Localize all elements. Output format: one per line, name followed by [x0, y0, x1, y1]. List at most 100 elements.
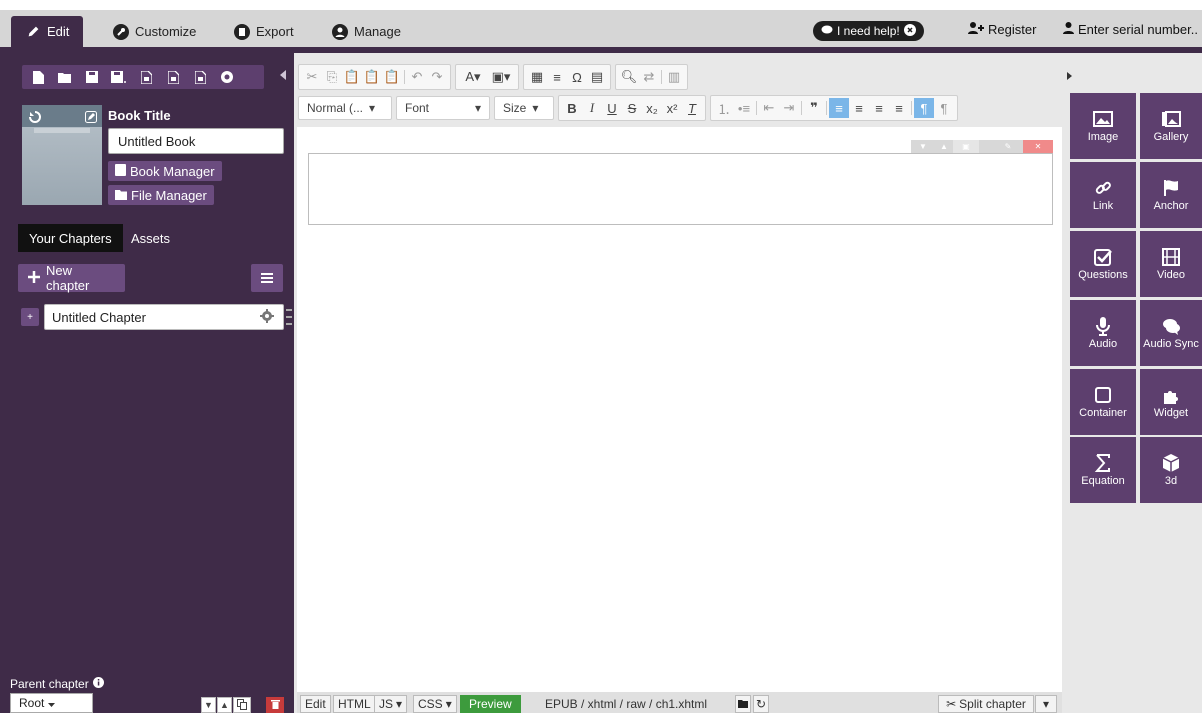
- open-folder-icon[interactable]: [54, 65, 76, 89]
- book-manager-button[interactable]: Book Manager: [108, 161, 222, 181]
- content-block[interactable]: [308, 153, 1053, 225]
- refresh-icon[interactable]: [24, 108, 46, 126]
- underline-icon[interactable]: U: [602, 98, 622, 118]
- expand-panel-arrow-icon[interactable]: [1067, 72, 1072, 80]
- css-dropdown[interactable]: CSS ▾: [413, 695, 457, 713]
- help-button[interactable]: I need help!: [813, 21, 924, 41]
- move-down-button[interactable]: ▼: [201, 697, 216, 713]
- html-block-icon[interactable]: ▤: [587, 67, 607, 87]
- subscript-icon[interactable]: x₂: [642, 98, 662, 118]
- widget-audio[interactable]: Audio: [1070, 300, 1136, 366]
- bold-icon[interactable]: B: [562, 98, 582, 118]
- align-center-icon[interactable]: ≡: [849, 98, 869, 118]
- gear-icon[interactable]: [259, 308, 275, 324]
- widget-3d[interactable]: 3d: [1140, 437, 1202, 503]
- tab-assets[interactable]: Assets: [120, 224, 181, 252]
- tab-edit[interactable]: Edit: [11, 16, 84, 47]
- edit-mode-button[interactable]: Edit: [300, 695, 331, 713]
- save-as-icon[interactable]: [108, 65, 130, 89]
- chapter-title-input[interactable]: Untitled Chapter: [44, 304, 284, 330]
- drag-handle-icon[interactable]: [286, 309, 292, 325]
- split-chapter-button[interactable]: ✂ Split chapter: [938, 695, 1034, 713]
- delete-block-icon[interactable]: ✕: [1023, 140, 1053, 153]
- widget-audio-sync[interactable]: Audio Sync: [1140, 300, 1202, 366]
- remove-format-icon[interactable]: T: [682, 98, 702, 118]
- tab-export[interactable]: Export: [234, 16, 294, 47]
- new-file-icon[interactable]: [27, 65, 49, 89]
- format-select[interactable]: Normal (... ▾: [298, 96, 392, 120]
- blockquote-icon[interactable]: ❞: [804, 98, 824, 118]
- size-select[interactable]: Size ▾: [494, 96, 554, 120]
- refresh-button[interactable]: ↻: [753, 695, 769, 713]
- collapse-sidebar-arrow-icon[interactable]: [280, 70, 286, 80]
- export-word-icon[interactable]: [189, 65, 211, 89]
- replace-icon[interactable]: ⇄: [639, 67, 659, 87]
- export-pdf-icon[interactable]: [135, 65, 157, 89]
- justify-icon[interactable]: ≡: [889, 98, 909, 118]
- edit-cover-icon[interactable]: [80, 108, 102, 126]
- bulleted-list-icon[interactable]: •≡: [734, 98, 754, 118]
- globe-icon[interactable]: [216, 65, 238, 89]
- align-right-icon[interactable]: ≡: [869, 98, 889, 118]
- strikethrough-icon[interactable]: S: [622, 98, 642, 118]
- table-icon[interactable]: ▦: [527, 67, 547, 87]
- search-icon[interactable]: 🔍︎: [619, 67, 639, 87]
- paste-icon[interactable]: 📋: [342, 67, 362, 87]
- widget-gallery[interactable]: Gallery: [1140, 93, 1202, 159]
- select-all-icon[interactable]: ▥: [664, 67, 684, 87]
- copy-chapter-button[interactable]: [233, 697, 251, 713]
- widget-equation[interactable]: Equation: [1070, 437, 1136, 503]
- undo-icon[interactable]: ↶: [407, 67, 427, 87]
- open-folder-button[interactable]: [735, 695, 751, 713]
- italic-icon[interactable]: I: [582, 98, 602, 118]
- background-color-icon[interactable]: ▣▾: [487, 67, 515, 87]
- text-color-icon[interactable]: A▾: [459, 67, 487, 87]
- special-char-icon[interactable]: Ω: [567, 67, 587, 87]
- outdent-icon[interactable]: ⇤: [759, 98, 779, 118]
- indent-icon[interactable]: ⇥: [779, 98, 799, 118]
- delete-chapter-button[interactable]: [266, 697, 284, 713]
- serial-number-link[interactable]: Enter serial number..: [1063, 22, 1198, 37]
- js-dropdown[interactable]: JS ▾: [374, 695, 408, 713]
- superscript-icon[interactable]: x²: [662, 98, 682, 118]
- paste-text-icon[interactable]: 📋: [362, 67, 382, 87]
- duplicate-icon[interactable]: ▣: [953, 140, 979, 153]
- cut-icon[interactable]: ✂: [302, 67, 322, 87]
- move-up-icon[interactable]: ▲: [935, 140, 953, 153]
- widget-widget[interactable]: Widget: [1140, 369, 1202, 435]
- widget-link[interactable]: Link: [1070, 162, 1136, 228]
- export-doc-icon[interactable]: [162, 65, 184, 89]
- expand-chapter-button[interactable]: +: [21, 308, 39, 326]
- font-select[interactable]: Font ▾: [396, 96, 490, 120]
- new-chapter-button[interactable]: New chapter: [18, 263, 125, 293]
- copy-icon[interactable]: ⎘: [322, 67, 342, 87]
- css-label: CSS: [418, 697, 443, 711]
- widget-questions[interactable]: Questions: [1070, 231, 1136, 297]
- tab-customize[interactable]: Customize: [113, 16, 196, 47]
- html-mode-button[interactable]: HTML: [333, 695, 376, 713]
- book-title-input[interactable]: Untitled Book: [108, 128, 284, 154]
- split-dropdown[interactable]: ▾: [1035, 695, 1057, 713]
- rtl-icon[interactable]: ¶: [934, 98, 954, 118]
- preview-button[interactable]: Preview: [460, 695, 521, 713]
- parent-chapter-select[interactable]: Root: [10, 693, 93, 713]
- widget-anchor[interactable]: Anchor: [1140, 162, 1202, 228]
- widget-video[interactable]: Video: [1140, 231, 1202, 297]
- align-left-icon[interactable]: ≡: [829, 98, 849, 118]
- move-up-button[interactable]: ▲: [217, 697, 232, 713]
- widget-container[interactable]: Container: [1070, 369, 1136, 435]
- file-manager-button[interactable]: File Manager: [108, 185, 214, 205]
- tab-manage[interactable]: Manage: [332, 16, 401, 47]
- register-link[interactable]: Register: [968, 22, 1036, 37]
- numbered-list-icon[interactable]: ⒈: [714, 98, 734, 118]
- move-down-icon[interactable]: ▼: [911, 140, 935, 153]
- widget-image[interactable]: Image: [1070, 93, 1136, 159]
- chapters-menu-button[interactable]: [251, 264, 283, 292]
- tab-your-chapters[interactable]: Your Chapters: [18, 224, 123, 252]
- horizontal-line-icon[interactable]: ≡: [547, 67, 567, 87]
- edit-block-icon[interactable]: ✎: [993, 140, 1023, 153]
- ltr-icon[interactable]: ¶: [914, 98, 934, 118]
- paste-word-icon[interactable]: 📋: [382, 67, 402, 87]
- save-icon[interactable]: [81, 65, 103, 89]
- redo-icon[interactable]: ↷: [427, 67, 447, 87]
